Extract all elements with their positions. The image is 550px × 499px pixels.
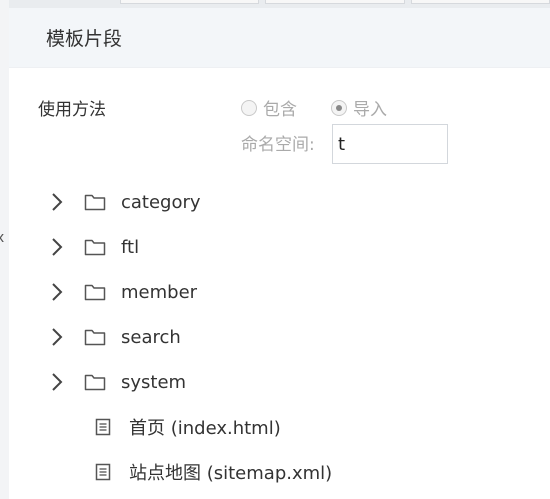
folder-icon <box>84 239 106 256</box>
chevron-right-icon[interactable] <box>50 192 64 212</box>
radio-import-label: 导入 <box>353 100 387 120</box>
background-tab <box>265 0 405 4</box>
tree-folder-label: system <box>121 371 187 393</box>
background-text-fragment: x <box>0 230 5 246</box>
background-panel-left <box>0 0 9 499</box>
dialog-title: 模板片段 <box>46 28 123 50</box>
radio-include-circle[interactable] <box>241 99 257 116</box>
background-tabs <box>120 0 550 4</box>
tree-file-sitemap[interactable]: 站点地图 (sitemap.xml) <box>9 452 550 492</box>
radio-import[interactable]: 导入 <box>331 95 387 120</box>
background-tab <box>120 0 260 4</box>
folder-icon <box>84 194 106 211</box>
namespace-label: 命名空间: <box>241 135 315 155</box>
template-snippet-dialog: 模板片段 使用方法 包含 导入 命名空间: category ftl <box>9 8 550 499</box>
tree-folder-ftl[interactable]: ftl <box>9 227 550 267</box>
tree-folder-search[interactable]: search <box>9 317 550 357</box>
usage-label: 使用方法 <box>38 100 106 120</box>
folder-icon <box>84 329 106 346</box>
tree-file-label: 站点地图 (sitemap.xml) <box>129 463 333 484</box>
tree-file-label: 首页 (index.html) <box>129 418 281 439</box>
tree-folder-label: member <box>121 281 198 303</box>
tree-folder-member[interactable]: member <box>9 272 550 312</box>
chevron-right-icon[interactable] <box>50 237 64 257</box>
folder-icon <box>84 284 106 301</box>
tree-folder-label: category <box>121 191 201 213</box>
tree-folder-system[interactable]: system <box>9 362 550 402</box>
tree-file-index[interactable]: 首页 (index.html) <box>9 407 550 447</box>
namespace-input[interactable] <box>332 124 448 164</box>
file-icon <box>95 463 111 481</box>
dialog-header: 模板片段 <box>9 8 550 68</box>
folder-icon <box>84 374 106 391</box>
chevron-right-icon[interactable] <box>50 372 64 392</box>
tree-folder-label: ftl <box>121 236 140 258</box>
chevron-right-icon[interactable] <box>50 327 64 347</box>
file-icon <box>95 418 111 436</box>
background-tab <box>410 0 550 4</box>
chevron-right-icon[interactable] <box>50 282 64 302</box>
radio-import-circle[interactable] <box>331 99 347 116</box>
radio-include-label: 包含 <box>263 100 297 120</box>
radio-include[interactable]: 包含 <box>241 95 297 120</box>
tree-folder-category[interactable]: category <box>9 182 550 222</box>
tree-folder-label: search <box>121 326 181 348</box>
